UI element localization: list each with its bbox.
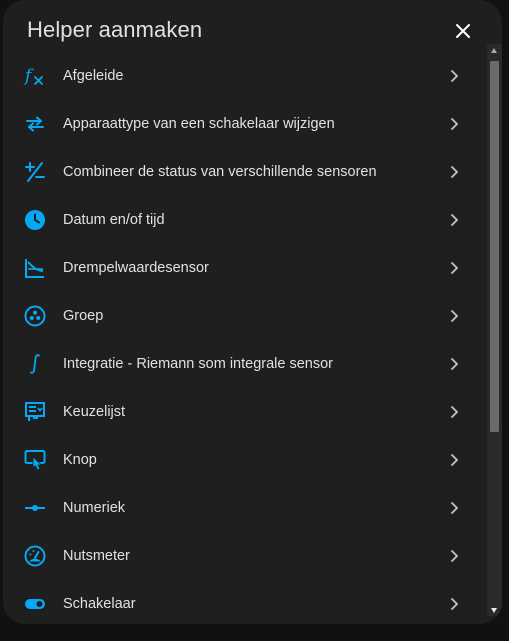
chevron-right-icon — [447, 309, 461, 323]
chevron-right-icon — [447, 165, 461, 179]
list-item-integration[interactable]: Integratie - Riemann som integrale senso… — [3, 340, 486, 388]
chevron-right-icon — [447, 69, 461, 83]
chevron-right-icon — [447, 501, 461, 515]
dialog-title: Helper aanmaken — [27, 17, 203, 42]
gauge-icon — [23, 544, 47, 568]
close-button[interactable] — [449, 17, 477, 45]
vertical-scrollbar[interactable] — [487, 44, 502, 616]
chevron-right-icon — [447, 213, 461, 227]
function-variant-icon: f — [23, 64, 47, 88]
clock-icon — [23, 208, 47, 232]
list-item-label: Groep — [63, 308, 104, 324]
list-item-label: Combineer de status van verschillende se… — [63, 164, 377, 180]
gesture-tap-button-icon — [23, 448, 47, 472]
plus-minus-icon — [23, 160, 47, 184]
chevron-right-icon — [447, 405, 461, 419]
list-item-min-max[interactable]: Combineer de status van verschillende se… — [3, 148, 486, 196]
chevron-right-icon — [447, 453, 461, 467]
group-icon — [23, 304, 47, 328]
list-item-input-boolean[interactable]: Schakelaar — [3, 580, 486, 624]
form-select-icon — [23, 400, 47, 424]
dialog-header: Helper aanmaken — [3, 0, 502, 58]
scroll-up-arrow-icon[interactable] — [491, 48, 497, 53]
list-item-label: Apparaattype van een schakelaar wijzigen — [63, 116, 335, 132]
list-item-label: Keuzelijst — [63, 404, 126, 420]
swap-horizontal-icon — [23, 112, 47, 136]
list-item-label: Knop — [63, 452, 97, 468]
list-item-label: Afgeleide — [63, 68, 124, 84]
list-item-afgeleide[interactable]: f Afgeleide — [3, 52, 486, 100]
list-item-switch-as-x[interactable]: Apparaattype van een schakelaar wijzigen — [3, 100, 486, 148]
list-item-label: Integratie - Riemann som integrale senso… — [63, 356, 333, 372]
close-icon — [456, 24, 470, 38]
svg-text:f: f — [23, 66, 34, 86]
list-item-datetime[interactable]: Datum en/of tijd — [3, 196, 486, 244]
chevron-right-icon — [447, 357, 461, 371]
chevron-right-icon — [447, 261, 461, 275]
chart-threshold-icon — [23, 256, 47, 280]
create-helper-dialog: Helper aanmaken f Afgeleide Apparaattype… — [3, 0, 502, 624]
chevron-right-icon — [447, 597, 461, 611]
helper-type-list: f Afgeleide Apparaattype van een schakel… — [3, 52, 486, 624]
toggle-switch-icon — [23, 592, 47, 616]
chevron-right-icon — [447, 549, 461, 563]
list-item-input-number[interactable]: Numeriek — [3, 484, 486, 532]
list-item-label: Numeriek — [63, 500, 126, 516]
scroll-down-arrow-icon[interactable] — [491, 608, 497, 613]
chevron-right-icon — [447, 117, 461, 131]
list-item-threshold[interactable]: Drempelwaardesensor — [3, 244, 486, 292]
list-item-label: Nutsmeter — [63, 548, 130, 564]
integral-icon — [23, 352, 47, 376]
ray-vertex-icon — [23, 496, 47, 520]
list-item-label: Schakelaar — [63, 596, 136, 612]
list-item-input-select[interactable]: Keuzelijst — [3, 388, 486, 436]
list-item-label: Drempelwaardesensor — [63, 260, 209, 276]
scrollbar-thumb[interactable] — [490, 61, 499, 432]
list-item-input-button[interactable]: Knop — [3, 436, 486, 484]
list-item-utility-meter[interactable]: Nutsmeter — [3, 532, 486, 580]
list-item-group[interactable]: Groep — [3, 292, 486, 340]
list-item-label: Datum en/of tijd — [63, 212, 165, 228]
